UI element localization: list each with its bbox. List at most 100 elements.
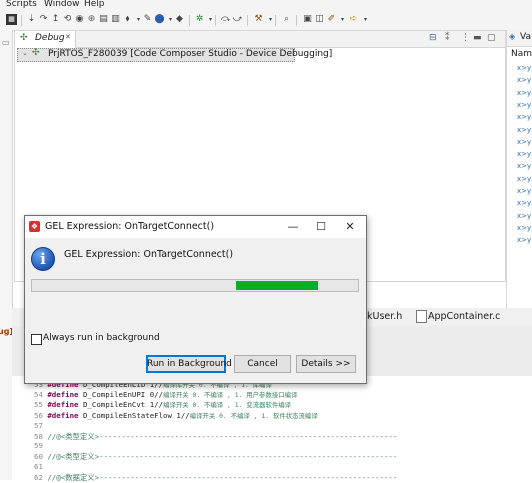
code-line[interactable]: 60 //@<类型定义>----------------------------… — [34, 451, 397, 461]
toolbar-separator — [215, 15, 216, 26]
variable-row[interactable]: x>y — [517, 162, 532, 173]
dropdown-arrow-icon[interactable]: ▾ — [360, 14, 371, 25]
line-number: 60 — [34, 452, 43, 462]
code-line[interactable]: 61 — [34, 462, 43, 472]
column-header-name[interactable]: Nam — [511, 49, 532, 59]
collapsed-view-icon[interactable]: ▭ — [2, 38, 10, 47]
back-icon[interactable]: ➪ — [348, 14, 359, 25]
variable-row[interactable]: x>y — [517, 101, 532, 112]
line-number: 57 — [34, 420, 43, 430]
view-menu-icon[interactable]: ⋮ — [461, 33, 470, 43]
menu-help[interactable]: Help — [84, 0, 105, 9]
minimize-button[interactable]: — — [279, 216, 307, 238]
variable-row[interactable]: x>y — [517, 76, 532, 87]
step-into-asm-icon[interactable]: ⤼ — [220, 14, 231, 25]
variable-row[interactable]: x>y — [517, 175, 532, 186]
code-text: //@<类型定义>-------------------------------… — [47, 432, 398, 441]
maximize-view-icon[interactable]: ▢ — [487, 33, 496, 43]
debug-gear-icon[interactable]: ✲ — [194, 14, 205, 25]
code-line[interactable]: 57 — [34, 421, 43, 431]
remove-all-icon[interactable]: ⁑ — [445, 33, 450, 43]
code-comment: 编译开关 0. 不编译 , 1. 用户参数接口编译 — [163, 391, 298, 400]
menu-scripts[interactable]: Scripts — [6, 0, 37, 9]
tab-kuser-h[interactable]: kUser.h — [367, 311, 402, 322]
code-line[interactable]: 54 #define D_CompileEnUPI 0//编译开关 0. 不编译… — [34, 390, 297, 400]
debug-tree-item-label: PrjRTOS_F280039 [Code Composer Studio - … — [48, 49, 333, 59]
tools-icon[interactable]: ✎ — [142, 14, 153, 25]
line-number: 56 — [34, 410, 43, 420]
line-number: 55 — [34, 400, 43, 410]
expand-arrow-icon[interactable]: ⌄ — [22, 49, 28, 57]
variable-row[interactable]: x>y — [517, 138, 532, 149]
variable-row[interactable]: x>y — [517, 187, 532, 198]
code-text: D_CompileEnUPI 0// — [78, 390, 164, 400]
always-run-background-checkbox[interactable] — [31, 334, 42, 345]
menu-window[interactable]: Window — [44, 0, 80, 9]
maximize-button[interactable]: ☐ — [307, 216, 335, 238]
load-icon[interactable]: ⬧ — [122, 14, 133, 25]
close-button[interactable]: ✕ — [336, 216, 364, 238]
run-in-background-button[interactable]: Run in Background — [146, 355, 232, 373]
tab-variables[interactable]: Va — [520, 32, 531, 42]
collapse-all-icon[interactable]: ⊟ — [429, 33, 437, 43]
variable-row[interactable]: x>y — [517, 236, 532, 247]
code-line[interactable]: 56 #define D_CompileEnStateFlow 1//编译开关 … — [34, 411, 318, 421]
main-toolbar: ▦ ⇣ ↷ ↥ ⟲ ◉ ⊕ ▤ ▥ ⬧ ▾ ✎ ⬤ ▾ ◆ ✲ ▾ ⤼ ⤻ ⚒ … — [0, 11, 532, 31]
hammer-icon[interactable]: ⚒ — [253, 14, 264, 25]
progress-bar — [31, 279, 359, 292]
code-keyword: #define — [47, 390, 79, 400]
close-icon[interactable]: ✕ — [65, 33, 71, 41]
restart-icon[interactable]: ⟲ — [62, 14, 73, 25]
step-over-icon[interactable]: ↷ — [38, 14, 49, 25]
gel-expression-dialog: ❖ GEL Expression: OnTargetConnect() — ☐ … — [24, 215, 367, 384]
line-number: 54 — [34, 390, 43, 400]
variable-row[interactable]: x>y — [517, 64, 532, 75]
line-number: 58 — [34, 432, 43, 441]
dialog-titlebar[interactable]: ❖ GEL Expression: OnTargetConnect() — ☐ … — [25, 216, 366, 238]
variable-row[interactable]: x>y — [517, 224, 532, 235]
annotation-icon[interactable]: ✐ — [326, 14, 337, 25]
connect-icon[interactable]: ⬤ — [154, 14, 165, 25]
c-file-icon — [416, 310, 427, 323]
step-return-icon[interactable]: ↥ — [50, 14, 61, 25]
tab-debug-label: Debug — [35, 33, 65, 43]
tab-debug[interactable]: ✣ Debug ✕ — [15, 31, 76, 48]
code-text: //@<类型定义>-------------------------------… — [47, 452, 398, 462]
dialog-title: GEL Expression: OnTargetConnect() — [45, 221, 215, 232]
code-line[interactable]: 55 #define D_CompileEnCvt 1//编译开关 0. 不编译… — [34, 400, 291, 410]
always-run-background-label[interactable]: Always run in background — [43, 333, 160, 343]
toolbar-separator — [247, 15, 248, 26]
variable-row[interactable]: x>y — [517, 126, 532, 137]
open-resource-icon[interactable]: ▣ — [302, 14, 313, 25]
terminate-icon[interactable]: ◉ — [74, 14, 85, 25]
details-button[interactable]: Details >> — [296, 355, 356, 373]
code-line[interactable]: 62 //@<数据定义>----------------------------… — [34, 472, 397, 482]
breakpoint-icon[interactable]: ◆ — [174, 14, 185, 25]
code-line[interactable]: 59 — [34, 441, 43, 451]
minimize-view-icon[interactable]: ▬ — [473, 33, 482, 43]
code-keyword: #define — [47, 400, 79, 410]
tab-appcontainer-c[interactable]: AppContainer.c — [428, 311, 500, 322]
step-into-icon[interactable]: ⇣ — [26, 14, 37, 25]
toolbar-separator — [296, 15, 297, 26]
variable-row[interactable]: x>y — [517, 89, 532, 100]
code-line[interactable]: 58 //@<类型定义>----------------------------… — [34, 431, 397, 441]
line-number: 62 — [34, 472, 43, 482]
disassembly-icon[interactable]: ▥ — [110, 14, 121, 25]
open-type-icon[interactable]: ◫ — [314, 14, 325, 25]
cancel-button[interactable]: Cancel — [234, 355, 291, 373]
memory-icon[interactable]: ▤ — [98, 14, 109, 25]
code-text: D_CompileEnStateFlow 1// — [78, 410, 190, 420]
dropdown-arrow-icon[interactable]: ▾ — [337, 14, 348, 25]
grid-icon[interactable]: ▦ — [6, 14, 17, 25]
resume-icon[interactable]: ⊕ — [86, 14, 97, 25]
toolbar-separator — [21, 15, 22, 26]
search-icon[interactable]: ⌕ — [281, 14, 292, 25]
step-over-asm-icon[interactable]: ⤻ — [232, 14, 243, 25]
variable-row[interactable]: x>y — [517, 212, 532, 223]
variable-row[interactable]: x>y — [517, 199, 532, 210]
variable-row[interactable]: x>y — [517, 113, 532, 124]
debug-tree-item[interactable]: ⌄ ✣ PrjRTOS_F280039 [Code Composer Studi… — [17, 48, 332, 62]
launch-config-icon: ✣ — [32, 48, 40, 58]
variable-row[interactable]: x>y — [517, 150, 532, 161]
